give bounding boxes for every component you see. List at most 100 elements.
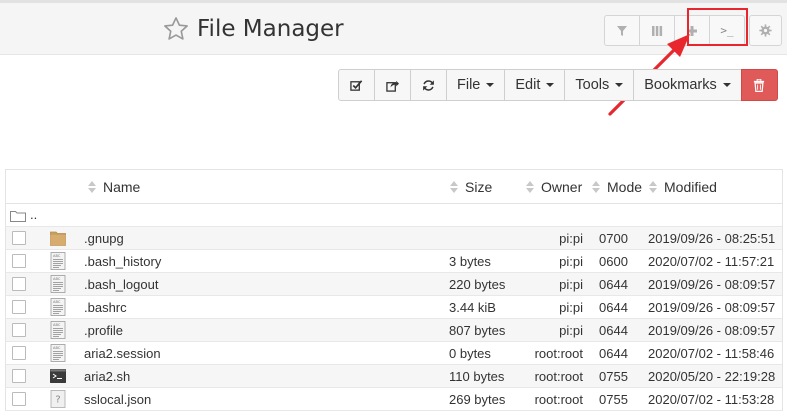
file-size: 220 bytes <box>449 277 506 292</box>
file-modified: 2020/05/20 - 22:19:28 <box>648 369 776 384</box>
file-name[interactable]: .bash_history <box>84 254 161 269</box>
checkbox-check-icon <box>350 79 363 91</box>
refresh-icon <box>423 79 434 91</box>
svg-text:ABC: ABC <box>53 323 61 327</box>
file-mode: 0644 <box>599 300 628 315</box>
file-owner: root:root <box>534 392 583 407</box>
refresh-button[interactable] <box>410 69 447 101</box>
share-button[interactable] <box>374 69 411 101</box>
file-name[interactable]: aria2.session <box>84 346 161 361</box>
file-owner: pi:pi <box>559 231 583 246</box>
file-toolbar: File Edit Tools Bookmarks <box>338 69 778 101</box>
trash-icon <box>754 78 765 92</box>
file-mode: 0644 <box>599 277 628 292</box>
file-owner: pi:pi <box>559 323 583 338</box>
file-size: 110 bytes <box>449 369 505 384</box>
row-checkbox[interactable] <box>12 231 26 245</box>
file-name[interactable]: .profile <box>84 323 123 338</box>
text-file-icon: ABC <box>50 275 66 293</box>
svg-text:?: ? <box>55 395 60 406</box>
bookmarks-menu-button[interactable]: Bookmarks <box>633 69 742 101</box>
file-size: 269 bytes <box>449 392 506 407</box>
chevron-down-icon <box>722 83 731 87</box>
unknown-file-icon: ? <box>50 390 66 408</box>
file-modified: 2020/07/02 - 11:58:46 <box>648 346 775 361</box>
file-owner: root:root <box>534 346 583 361</box>
row-checkbox[interactable] <box>12 369 26 383</box>
parent-directory-label: .. <box>30 207 38 222</box>
row-checkbox[interactable] <box>12 323 26 337</box>
svg-text:ABC: ABC <box>53 346 61 350</box>
file-name[interactable]: .gnupg <box>84 231 124 246</box>
table-row[interactable]: ABC .bash_logout 220 bytes pi:pi 0644 2019/09… <box>6 273 782 296</box>
select-all-button[interactable] <box>338 69 375 101</box>
row-checkbox[interactable] <box>12 392 26 406</box>
table-row[interactable]: .gnupg pi:pi 0700 2019/09/26 - 08:25:51 <box>6 227 782 250</box>
file-mode: 0644 <box>599 346 628 361</box>
folder-open-icon <box>10 211 26 222</box>
modified-column-header[interactable]: Modified <box>649 179 717 195</box>
file-modified: 2020/07/02 - 11:53:28 <box>648 392 775 407</box>
text-file-icon: ABC <box>50 344 66 362</box>
delete-button[interactable] <box>740 69 778 101</box>
file-menu-label: File <box>457 77 481 93</box>
file-name[interactable]: .bash_logout <box>84 277 158 292</box>
text-file-icon: ABC <box>50 321 66 339</box>
table-row[interactable]: ABC .bashrc 3.44 kiB pi:pi 0644 2019/09/26 - … <box>6 296 782 319</box>
table-row[interactable]: ? sslocal.json 269 bytes root:root 0755 2020/… <box>6 388 782 411</box>
row-checkbox[interactable] <box>12 254 26 268</box>
file-name[interactable]: aria2.sh <box>84 369 130 384</box>
file-owner: pi:pi <box>559 300 583 315</box>
annotation-arrow <box>608 34 690 116</box>
file-modified: 2019/09/26 - 08:25:51 <box>648 231 776 246</box>
file-name[interactable]: sslocal.json <box>84 392 151 407</box>
file-mode: 0700 <box>599 231 628 246</box>
svg-text:ABC: ABC <box>53 254 61 258</box>
share-icon <box>386 80 399 92</box>
owner-column-header[interactable]: Owner <box>526 179 582 195</box>
script-file-icon <box>50 369 66 383</box>
table-row[interactable]: ABC aria2.session 0 bytes root:root 0644 2020… <box>6 342 782 365</box>
table-row[interactable]: ABC .profile 807 bytes pi:pi 0644 2019/09/26 … <box>6 319 782 342</box>
sort-icon <box>450 181 458 193</box>
file-menu-button[interactable]: File <box>446 69 506 101</box>
folder-icon <box>50 231 66 246</box>
mode-column-header[interactable]: Mode <box>592 179 642 195</box>
name-column-header[interactable]: Name <box>88 179 140 195</box>
svg-text:ABC: ABC <box>53 277 61 281</box>
parent-directory-row[interactable]: .. <box>6 204 782 227</box>
chevron-down-icon <box>546 83 555 87</box>
sort-icon <box>649 181 657 193</box>
file-owner: root:root <box>534 369 583 384</box>
bookmarks-menu-label: Bookmarks <box>644 77 717 93</box>
file-owner: pi:pi <box>559 277 583 292</box>
size-column-header[interactable]: Size <box>450 179 492 195</box>
table-row[interactable]: ABC .bash_history 3 bytes pi:pi 0600 2020/07/… <box>6 250 782 273</box>
tools-menu-label: Tools <box>575 77 610 93</box>
table-row[interactable]: aria2.sh 110 bytes root:root 0755 2020/05/20… <box>6 365 782 388</box>
tools-menu-button[interactable]: Tools <box>564 69 635 101</box>
row-checkbox[interactable] <box>12 300 26 314</box>
file-modified: 2019/09/26 - 08:09:57 <box>648 323 776 338</box>
file-modified: 2019/09/26 - 08:09:57 <box>648 277 776 292</box>
table-body: .. .gnupg pi:pi 0700 2019/09/26 - 08:25:51 A… <box>6 204 782 411</box>
edit-menu-label: Edit <box>515 77 541 93</box>
svg-text:ABC: ABC <box>53 300 61 304</box>
file-size: 807 bytes <box>449 323 506 338</box>
row-checkbox[interactable] <box>12 346 26 360</box>
file-owner: pi:pi <box>559 254 583 269</box>
file-mode: 0755 <box>599 369 628 384</box>
file-size: 0 bytes <box>449 346 491 361</box>
file-modified: 2020/07/02 - 11:57:21 <box>648 254 775 269</box>
file-name[interactable]: .bashrc <box>84 300 127 315</box>
chevron-down-icon <box>615 83 624 87</box>
edit-menu-button[interactable]: Edit <box>504 69 566 101</box>
text-file-icon: ABC <box>50 298 66 316</box>
file-mode: 0600 <box>599 254 628 269</box>
file-size: 3.44 kiB <box>449 300 496 315</box>
row-checkbox[interactable] <box>12 277 26 291</box>
sort-icon <box>88 181 96 193</box>
file-size: 3 bytes <box>449 254 491 269</box>
chevron-down-icon <box>486 83 495 87</box>
file-mode: 0755 <box>599 392 628 407</box>
